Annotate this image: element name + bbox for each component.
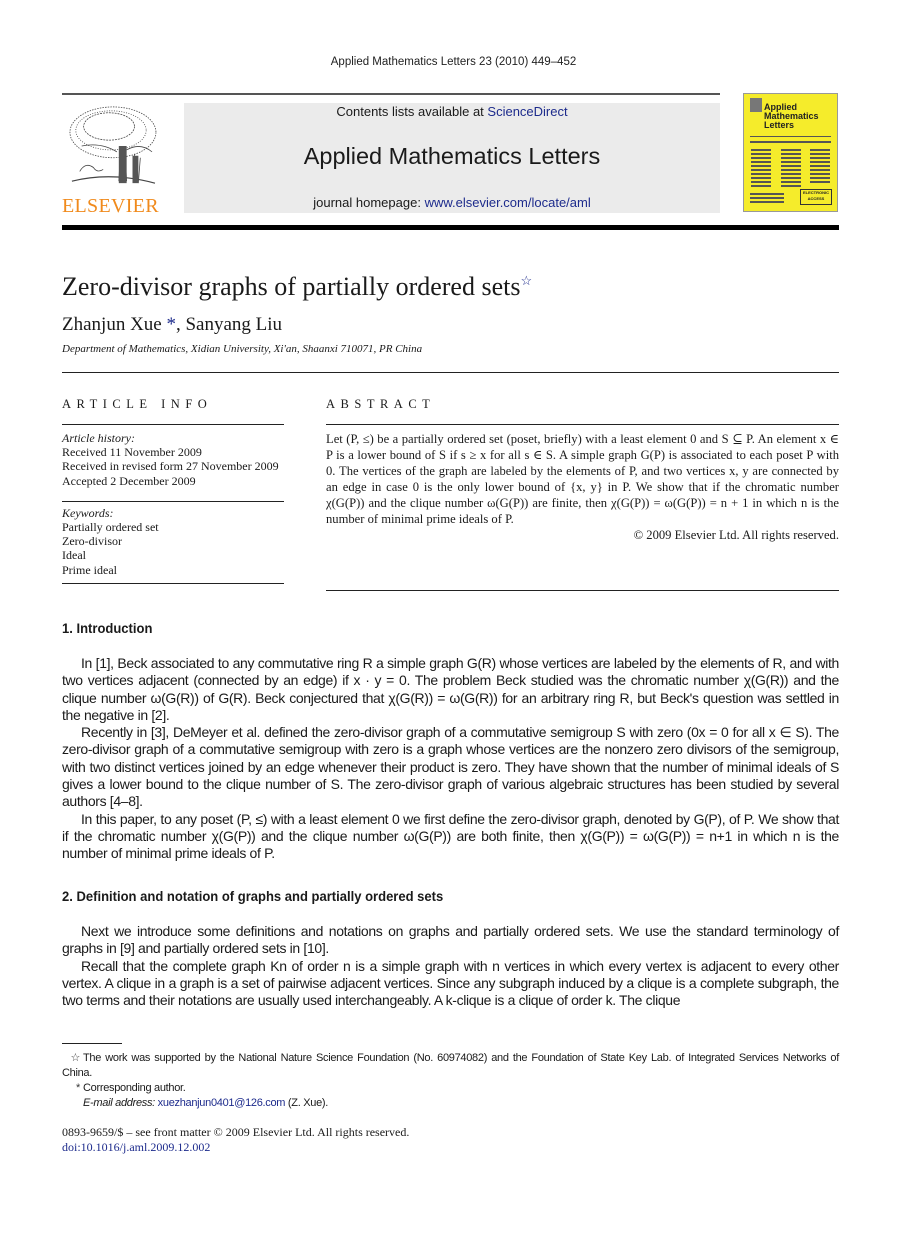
section-heading-definitions: 2. Definition and notation of graphs and… [62, 888, 444, 904]
author-name: Sanyang Liu [185, 314, 283, 335]
section-body-definitions: Next we introduce some definitions and n… [62, 923, 839, 1009]
keyword: Zero-divisor [62, 534, 122, 549]
email-suffix: (Z. Xue). [285, 1097, 329, 1109]
footnote-email: E-mail address: xuezhanjun0401@126.com (… [62, 1096, 839, 1111]
cover-contents-column [781, 149, 801, 189]
footnote-rule [62, 1043, 122, 1044]
article-info-heading: ARTICLE INFO [62, 397, 213, 411]
keywords-label: Keywords: [62, 505, 114, 520]
article-history: Article history: Received 11 November 20… [62, 431, 284, 488]
author-name: Zhanjun Xue [62, 314, 162, 335]
history-item: Received 11 November 2009 [62, 445, 202, 460]
journal-title: Applied Mathematics Letters [303, 143, 601, 169]
paragraph: In [1], Beck associated to any commutati… [62, 655, 839, 723]
paragraph: In this paper, to any poset (P, ≤) with … [62, 810, 839, 862]
journal-banner: Contents lists available at ScienceDirec… [184, 103, 720, 213]
abstract-text: Let (P, ≤) be a partially ordered set (p… [326, 432, 839, 526]
cover-electronic-access-badge: ELECTRONIC ACCESS [800, 189, 832, 205]
issn-line: 0893-9659/$ – see front matter © 2009 El… [62, 1125, 410, 1139]
cover-contents-column [751, 149, 771, 189]
elsevier-tree-icon [69, 106, 157, 184]
section-heading-introduction: 1. Introduction [62, 620, 153, 636]
sciencedirect-link[interactable]: ScienceDirect [487, 104, 567, 119]
keyword: Partially ordered set [62, 520, 159, 535]
title-footnote-star-icon[interactable]: ☆ [520, 273, 532, 288]
author-list: Zhanjun Xue *, Sanyang Liu [62, 314, 282, 336]
journal-cover-thumbnail[interactable]: Applied Mathematics Letters ELECTRONIC A… [743, 93, 838, 212]
journal-homepage-link[interactable]: www.elsevier.com/locate/aml [425, 195, 591, 210]
article-title: Zero-divisor graphs of partially ordered… [62, 272, 532, 302]
history-item: Received in revised form 27 November 200… [62, 459, 279, 474]
email-link[interactable]: xuezhanjun0401@126.com [158, 1097, 286, 1109]
title-rule [62, 372, 839, 373]
history-item: Accepted 2 December 2009 [62, 473, 196, 488]
email-label: E-mail address: [83, 1097, 158, 1109]
cover-rule [750, 141, 831, 143]
doi-link[interactable]: doi:10.1016/j.aml.2009.12.002 [62, 1140, 210, 1154]
front-matter: 0893-9659/$ – see front matter © 2009 El… [62, 1125, 409, 1155]
corresponding-author-mark[interactable]: * [166, 314, 176, 335]
info-rule [62, 582, 284, 584]
elsevier-logo[interactable]: ELSEVIER [62, 103, 162, 217]
homepage-prefix: journal homepage: [313, 195, 425, 210]
section-body-introduction: In [1], Beck associated to any commutati… [62, 655, 839, 863]
paragraph: Recently in [3], DeMeyer et al. defined … [62, 724, 839, 810]
footnote-star-icon: ☆ [70, 1052, 80, 1064]
running-head: Applied Mathematics Letters 23 (2010) 44… [330, 56, 577, 68]
cover-emblem-icon [750, 98, 762, 112]
footnote-funding-text: The work was supported by the National N… [62, 1052, 839, 1079]
contents-line: Contents lists available at ScienceDirec… [184, 104, 720, 119]
cover-contents-column [810, 149, 830, 185]
footnote-corresponding: * Corresponding author. [62, 1081, 839, 1096]
cover-title-line: Letters [764, 120, 795, 130]
cover-sciencedirect-mark [750, 193, 784, 205]
abstract-heading: ABSTRACT [326, 397, 436, 411]
footnote-asterisk-icon: * [76, 1082, 80, 1094]
homepage-line: journal homepage: www.elsevier.com/locat… [184, 195, 720, 210]
keyword: Ideal [62, 548, 86, 563]
abstract-rule [326, 424, 839, 425]
footnote-funding: ☆ The work was supported by the National … [62, 1051, 839, 1081]
paragraph: Recall that the complete graph Kn of ord… [62, 957, 839, 1009]
footnote-corresponding-text: Corresponding author. [83, 1082, 186, 1094]
keywords: Keywords: Partially ordered set Zero-div… [62, 506, 284, 577]
article-title-text: Zero-divisor graphs of partially ordered… [62, 272, 521, 301]
keyword: Prime ideal [62, 562, 117, 577]
header-thick-rule [62, 225, 839, 230]
paragraph: Next we introduce some definitions and n… [62, 923, 839, 957]
header-rule [62, 93, 720, 95]
history-label: Article history: [62, 431, 135, 445]
elsevier-wordmark: ELSEVIER [62, 195, 159, 217]
info-rule [62, 424, 284, 425]
cover-rule [750, 136, 831, 137]
abstract: ABSTRACT Let (P, ≤) be a partially order… [326, 397, 839, 591]
contents-prefix: Contents lists available at [336, 104, 488, 119]
affiliation: Department of Mathematics, Xidian Univer… [62, 343, 423, 355]
cover-title: Applied Mathematics Letters [764, 103, 819, 130]
abstract-rule [326, 590, 839, 591]
footnotes: ☆ The work was supported by the National … [62, 1051, 839, 1111]
abstract-copyright: © 2009 Elsevier Ltd. All rights reserved… [633, 528, 839, 542]
article-info: ARTICLE INFO Article history: Received 1… [62, 397, 284, 584]
info-rule [62, 500, 284, 502]
